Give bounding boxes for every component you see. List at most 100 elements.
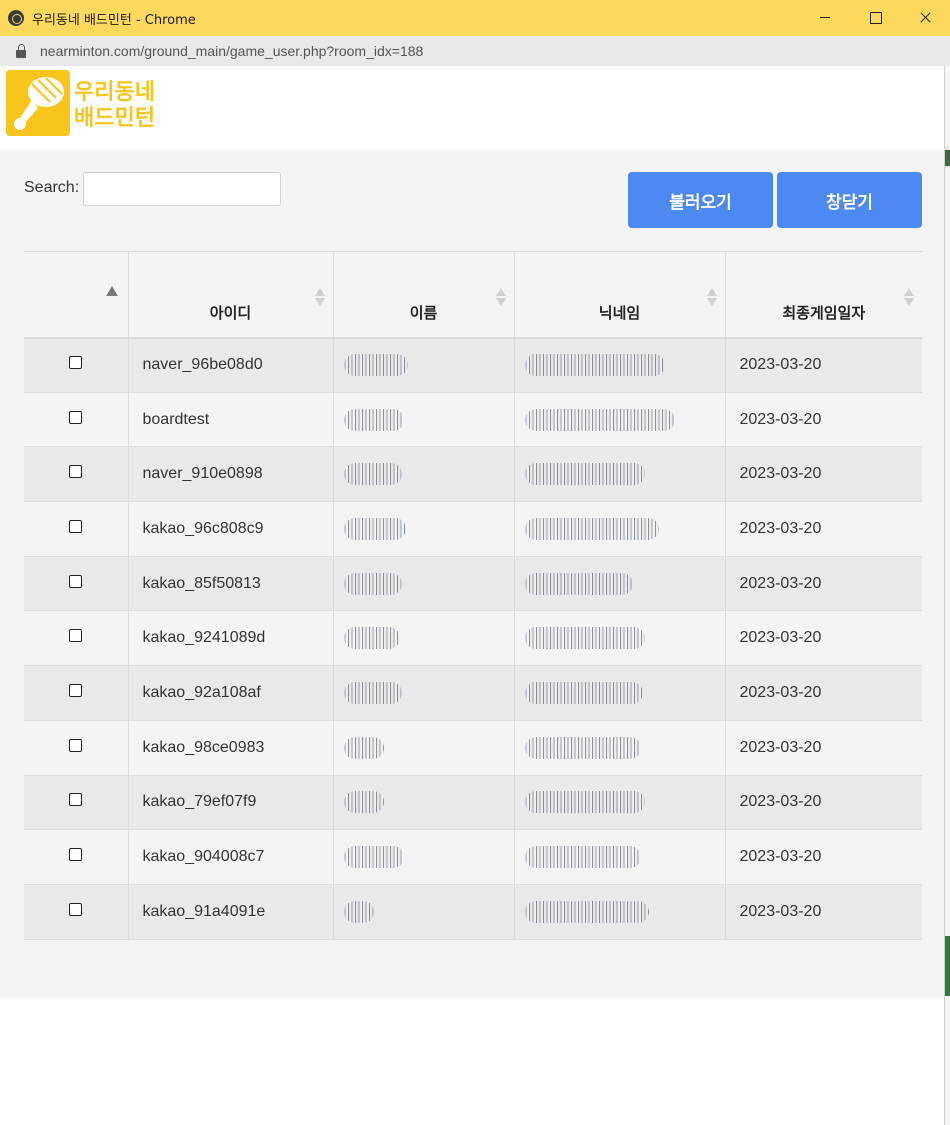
row-select-cell: [24, 665, 129, 721]
table-row[interactable]: kakao_85f50813 2023-03-20: [24, 556, 922, 611]
user-nickname-cell: [514, 446, 726, 502]
table-row[interactable]: kakao_92a108af 2023-03-20: [24, 665, 922, 721]
load-button[interactable]: 불러오기: [628, 172, 773, 228]
user-nickname-cell: [514, 884, 726, 940]
last-game-date-cell: 2023-03-20: [739, 848, 822, 866]
last-game-date-cell: 2023-03-20: [739, 356, 822, 374]
search-label: Search:: [24, 179, 80, 196]
redacted-name: [343, 354, 408, 377]
user-id-cell: kakao_85f50813: [128, 556, 334, 611]
row-select-cell: [24, 446, 129, 502]
close-icon[interactable]: [900, 0, 950, 36]
redacted-name: [343, 846, 404, 869]
row-checkbox[interactable]: [69, 738, 83, 752]
close-window-button[interactable]: 창닫기: [777, 172, 922, 228]
table-row[interactable]: kakao_96c808c9 2023-03-20: [24, 501, 922, 557]
row-checkbox[interactable]: [69, 465, 83, 479]
column-header-name[interactable]: 이름: [333, 251, 515, 338]
table-row[interactable]: kakao_9241089d 2023-03-20: [24, 610, 922, 666]
redacted-name: [343, 572, 402, 595]
user-nickname-cell: [514, 556, 726, 611]
user-id-cell: kakao_904008c7: [128, 829, 334, 885]
redacted-nickname: [524, 572, 633, 595]
user-name-cell: [333, 775, 515, 830]
site-logo[interactable]: 우리동네 배드민턴: [6, 70, 164, 136]
redacted-nickname: [524, 681, 643, 704]
redacted-name: [343, 791, 384, 814]
user-name-cell: [333, 829, 515, 885]
user-id-cell: boardtest: [128, 392, 334, 447]
table-row[interactable]: kakao_98ce0983 2023-03-20: [24, 720, 922, 775]
sort-icon: [706, 288, 717, 306]
row-checkbox[interactable]: [69, 519, 83, 533]
user-id-cell: naver_96be08d0: [128, 337, 334, 393]
column-header-nickname[interactable]: 닉네임: [514, 251, 726, 338]
content-area: Search: 불러오기 창닫기 아이디 이름 닉네임 최종게임일자 naver…: [0, 150, 944, 998]
user-name-cell: [333, 720, 515, 775]
user-name-cell: [333, 884, 515, 940]
row-select-cell: [24, 775, 129, 830]
globe-icon: [8, 10, 24, 26]
row-checkbox[interactable]: [69, 356, 83, 370]
background-window-edge: [944, 66, 950, 1125]
redacted-name: [343, 517, 406, 540]
table-row[interactable]: naver_910e0898 2023-03-20: [24, 446, 922, 502]
table-header: 아이디 이름 닉네임 최종게임일자: [24, 251, 922, 338]
window-titlebar: 우리동네 배드민턴 - Chrome: [0, 0, 950, 36]
logo-line2: 배드민턴: [74, 106, 155, 131]
sort-icon: [314, 288, 325, 306]
row-select-cell: [24, 610, 129, 666]
row-checkbox[interactable]: [69, 848, 83, 862]
row-checkbox[interactable]: [69, 683, 83, 697]
shuttlecock-icon: [6, 70, 70, 136]
sort-icon: [495, 288, 506, 306]
logo-line1: 우리동네: [74, 80, 155, 105]
user-id-cell: kakao_79ef07f9: [128, 775, 334, 830]
table-row[interactable]: kakao_79ef07f9 2023-03-20: [24, 775, 922, 830]
user-nickname-cell: [514, 392, 726, 447]
table-row[interactable]: kakao_91a4091e 2023-03-20: [24, 884, 922, 940]
user-id-cell: kakao_9241089d: [128, 610, 334, 666]
redacted-nickname: [524, 463, 645, 486]
redacted-nickname: [524, 517, 659, 540]
redacted-nickname: [524, 846, 641, 869]
redacted-name: [343, 408, 404, 431]
user-id-cell: kakao_98ce0983: [128, 720, 334, 775]
column-header-last-game-date[interactable]: 최종게임일자: [725, 252, 922, 338]
maximize-icon[interactable]: [850, 0, 900, 36]
user-nickname-cell: [514, 337, 726, 393]
row-checkbox[interactable]: [69, 410, 83, 424]
row-checkbox[interactable]: [69, 629, 83, 643]
redacted-name: [343, 736, 384, 759]
last-game-date-cell: 2023-03-20: [739, 574, 822, 592]
last-game-date-cell: 2023-03-20: [739, 902, 822, 920]
sort-icon: [904, 288, 914, 306]
row-select-cell: [24, 720, 129, 775]
row-checkbox[interactable]: [69, 793, 83, 807]
search-input[interactable]: [83, 172, 281, 206]
user-nickname-cell: [514, 720, 726, 775]
user-name-cell: [333, 610, 515, 666]
window-controls: [800, 0, 950, 36]
row-select-cell: [24, 501, 129, 557]
redacted-nickname: [524, 354, 665, 377]
logo-text: 우리동네 배드민턴: [74, 80, 155, 132]
user-nickname-cell: [514, 665, 726, 721]
last-game-date-cell: 2023-03-20: [739, 519, 822, 537]
user-name-cell: [333, 446, 515, 502]
column-header-id[interactable]: 아이디: [128, 251, 334, 338]
row-select-cell: [24, 392, 129, 447]
redacted-name: [343, 463, 402, 486]
page: 우리동네 배드민턴 Search: 불러오기 창닫기 아이디 이름 닉네임 최종…: [0, 66, 944, 1125]
user-name-cell: [333, 337, 515, 393]
user-id-cell: kakao_91a4091e: [128, 884, 334, 940]
row-checkbox[interactable]: [69, 902, 83, 916]
table-row[interactable]: boardtest 2023-03-20: [24, 392, 922, 447]
user-name-cell: [333, 665, 515, 721]
column-header-select[interactable]: [24, 251, 129, 338]
table-row[interactable]: naver_96be08d0 2023-03-20: [24, 337, 922, 393]
user-name-cell: [333, 392, 515, 447]
table-row[interactable]: kakao_904008c7 2023-03-20: [24, 829, 922, 885]
minimize-icon[interactable]: [800, 0, 850, 36]
row-checkbox[interactable]: [69, 574, 83, 588]
